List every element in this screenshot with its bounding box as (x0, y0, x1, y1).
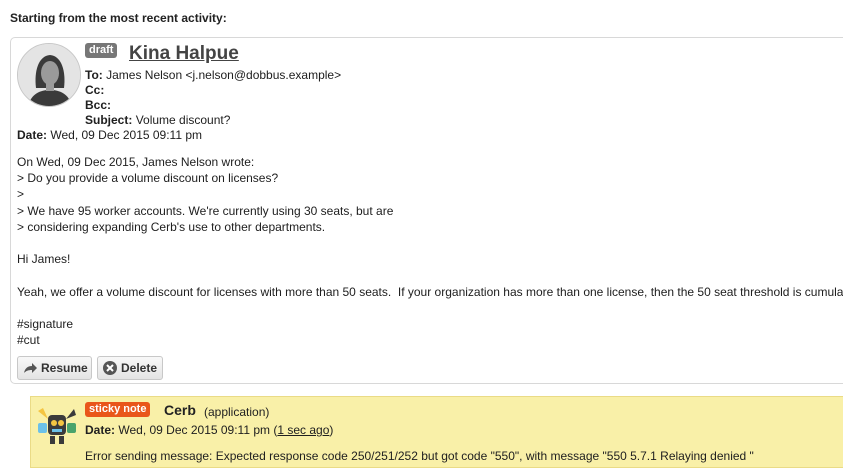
message-body: On Wed, 09 Dec 2015, James Nelson wrote:… (17, 155, 843, 348)
date-label: Date: (17, 128, 48, 142)
resume-arrow-icon (22, 360, 38, 376)
draft-message: draft Kina Halpue To: James Nelson <j.ne… (10, 37, 843, 384)
to-header: To: James Nelson <j.nelson@dobbus.exampl… (85, 68, 341, 82)
sticky-note: sticky note Cerb (application) Date: Wed… (30, 396, 843, 468)
note-date-label: Date: (85, 423, 116, 437)
note-date-value: Wed, 09 Dec 2015 09:11 pm (118, 423, 271, 437)
delete-x-icon (102, 360, 118, 376)
note-author: Cerb (164, 402, 196, 418)
cerb-robot-icon (34, 403, 78, 447)
draft-badge: draft (85, 43, 118, 58)
to-label: To: (85, 68, 103, 82)
subject-label: Subject: (85, 113, 133, 127)
note-author-role: (application) (204, 405, 270, 419)
date-header: Date: Wed, 09 Dec 2015 09:11 pm (17, 128, 202, 142)
resume-label: Resume (41, 361, 88, 375)
resume-button[interactable]: Resume (17, 356, 92, 380)
cc-label: Cc: (85, 83, 105, 97)
date-value: Wed, 09 Dec 2015 09:11 pm (50, 128, 203, 142)
note-date-header: Date: Wed, 09 Dec 2015 09:11 pm (1 sec a… (85, 423, 334, 437)
note-time-ago-link[interactable]: 1 sec ago (277, 423, 329, 437)
bcc-header: Bcc: (85, 98, 111, 112)
activity-heading: Starting from the most recent activity: (10, 11, 227, 25)
sticky-note-badge: sticky note (85, 402, 151, 417)
to-value: James Nelson <j.nelson@dobbus.example> (106, 68, 342, 82)
delete-label: Delete (121, 361, 158, 375)
bcc-label: Bcc: (85, 98, 112, 112)
delete-button[interactable]: Delete (97, 356, 163, 380)
note-error-text: Error sending message: Expected response… (85, 449, 754, 463)
subject-value: Volume discount? (135, 113, 231, 127)
sender-name-link[interactable]: Kina Halpue (129, 43, 239, 65)
avatar (17, 43, 81, 107)
cc-header: Cc: (85, 83, 104, 97)
person-silhouette-icon (18, 44, 80, 106)
subject-header: Subject: Volume discount? (85, 113, 230, 127)
